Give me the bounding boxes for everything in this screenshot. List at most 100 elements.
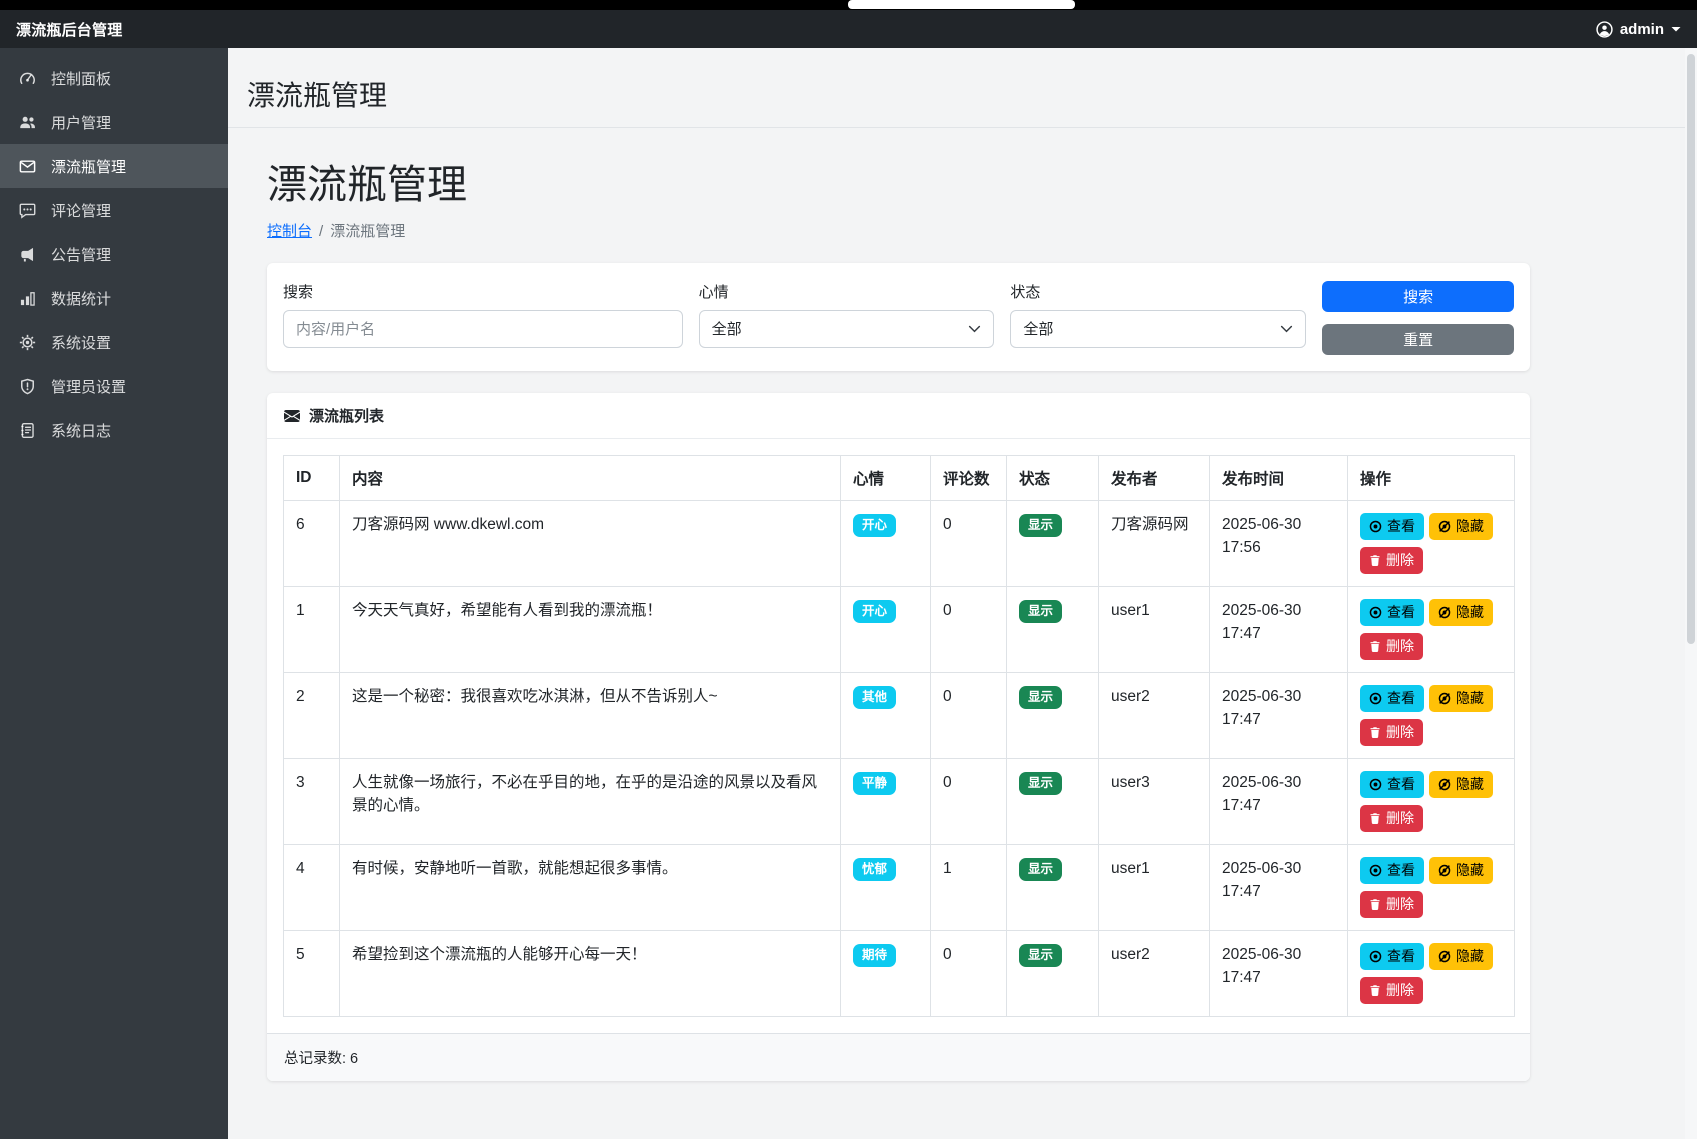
cell-time: 2025-06-30 17:47 [1210,587,1348,673]
page-header: 漂流瓶管理 [228,48,1697,128]
hide-button[interactable]: 隐藏 [1429,513,1493,540]
view-button[interactable]: 查看 [1360,943,1424,970]
scrollbar-thumb[interactable] [1687,54,1695,644]
trash-icon [1369,554,1381,567]
view-button[interactable]: 查看 [1360,857,1424,884]
cell-mood: 开心 [841,501,931,587]
hide-button[interactable]: 隐藏 [1429,599,1493,626]
cell-status: 显示 [1007,759,1099,845]
column-header: 发布时间 [1210,456,1348,501]
cell-id: 2 [284,673,340,759]
cell-comments: 0 [931,673,1007,759]
cell-mood: 平静 [841,759,931,845]
mood-select[interactable]: 全部 [699,310,995,348]
breadcrumb: 控制台/漂流瓶管理 [267,220,1530,241]
cell-comments: 0 [931,931,1007,1017]
mood-badge: 开心 [853,514,896,537]
envelope-icon [18,157,36,175]
trash-icon [1369,984,1381,997]
status-badge: 显示 [1019,686,1062,709]
cell-actions: 查看 隐藏 删除 [1348,673,1515,759]
envelope-icon [284,408,300,424]
filter-card: 搜索 心情 全部 状态 [267,263,1530,371]
column-header: 发布者 [1099,456,1210,501]
main-content: 漂流瓶管理 漂流瓶管理 控制台/漂流瓶管理 搜索 心情 全部 [228,48,1697,1139]
delete-button[interactable]: 删除 [1360,805,1423,832]
user-menu[interactable]: admin [1596,21,1681,38]
sidebar-item-users[interactable]: 用户管理 [0,100,228,144]
eye-slash-icon [1438,778,1451,791]
table-row: 1 今天天气真好，希望能有人看到我的漂流瓶！ 开心 0 显示 [284,587,1515,673]
cell-author: user2 [1099,673,1210,759]
cell-status: 显示 [1007,673,1099,759]
cell-time: 2025-06-30 17:47 [1210,673,1348,759]
hide-button[interactable]: 隐藏 [1429,771,1493,798]
cell-id: 5 [284,931,340,1017]
view-button[interactable]: 查看 [1360,685,1424,712]
delete-button[interactable]: 删除 [1360,977,1423,1004]
sidebar: 控制面板 用户管理 漂流瓶管理 评论管理 公告管理 [0,48,228,1139]
cell-actions: 查看 隐藏 删除 [1348,501,1515,587]
cell-comments: 1 [931,845,1007,931]
eye-icon [1369,520,1382,533]
column-header: ID [284,456,340,501]
column-header: 评论数 [931,456,1007,501]
view-button[interactable]: 查看 [1360,599,1424,626]
reset-button[interactable]: 重置 [1322,324,1514,355]
status-badge: 显示 [1019,944,1062,967]
sidebar-item-label: 用户管理 [51,112,111,133]
delete-button[interactable]: 删除 [1360,633,1423,660]
sidebar-item-label: 评论管理 [51,200,111,221]
chat-icon [18,201,36,219]
scrollbar[interactable] [1685,48,1697,1139]
view-button[interactable]: 查看 [1360,771,1424,798]
card-title: 漂流瓶列表 [309,405,384,426]
top-navbar: 漂流瓶后台管理 admin [0,10,1697,48]
search-button[interactable]: 搜索 [1322,281,1514,312]
cell-time: 2025-06-30 17:47 [1210,759,1348,845]
sidebar-item-announcements[interactable]: 公告管理 [0,232,228,276]
eye-slash-icon [1438,864,1451,877]
sidebar-item-bottles[interactable]: 漂流瓶管理 [0,144,228,188]
delete-button[interactable]: 删除 [1360,547,1423,574]
cell-status: 显示 [1007,931,1099,1017]
sidebar-item-comments[interactable]: 评论管理 [0,188,228,232]
trash-icon [1369,812,1381,825]
cell-status: 显示 [1007,587,1099,673]
cell-time: 2025-06-30 17:56 [1210,501,1348,587]
sidebar-item-dashboard[interactable]: 控制面板 [0,56,228,100]
delete-button[interactable]: 删除 [1360,891,1423,918]
sidebar-item-label: 公告管理 [51,244,111,265]
search-label: 搜索 [283,281,683,302]
search-input[interactable] [283,310,683,348]
record-count: 总记录数: 6 [267,1033,1530,1081]
hide-button[interactable]: 隐藏 [1429,685,1493,712]
status-badge: 显示 [1019,858,1062,881]
cell-actions: 查看 隐藏 删除 [1348,931,1515,1017]
eye-slash-icon [1438,520,1451,533]
status-badge: 显示 [1019,772,1062,795]
cell-mood: 忧郁 [841,845,931,931]
browser-tab [848,0,1075,9]
sidebar-item-label: 数据统计 [51,288,111,309]
cell-mood: 其他 [841,673,931,759]
eye-slash-icon [1438,606,1451,619]
sidebar-item-settings[interactable]: 系统设置 [0,320,228,364]
sidebar-item-statistics[interactable]: 数据统计 [0,276,228,320]
cell-mood: 开心 [841,587,931,673]
mood-badge: 其他 [853,686,896,709]
hide-button[interactable]: 隐藏 [1429,943,1493,970]
cell-comments: 0 [931,759,1007,845]
view-button[interactable]: 查看 [1360,513,1424,540]
card-header: 漂流瓶列表 [267,393,1530,439]
cell-time: 2025-06-30 17:47 [1210,931,1348,1017]
breadcrumb-link-console[interactable]: 控制台 [267,223,312,240]
trash-icon [1369,640,1381,653]
status-select[interactable]: 全部 [1010,310,1306,348]
trash-icon [1369,726,1381,739]
sidebar-item-logs[interactable]: 系统日志 [0,408,228,452]
hide-button[interactable]: 隐藏 [1429,857,1493,884]
sidebar-item-admins[interactable]: 管理员设置 [0,364,228,408]
delete-button[interactable]: 删除 [1360,719,1423,746]
table-row: 5 希望捡到这个漂流瓶的人能够开心每一天！ 期待 0 显示 [284,931,1515,1017]
